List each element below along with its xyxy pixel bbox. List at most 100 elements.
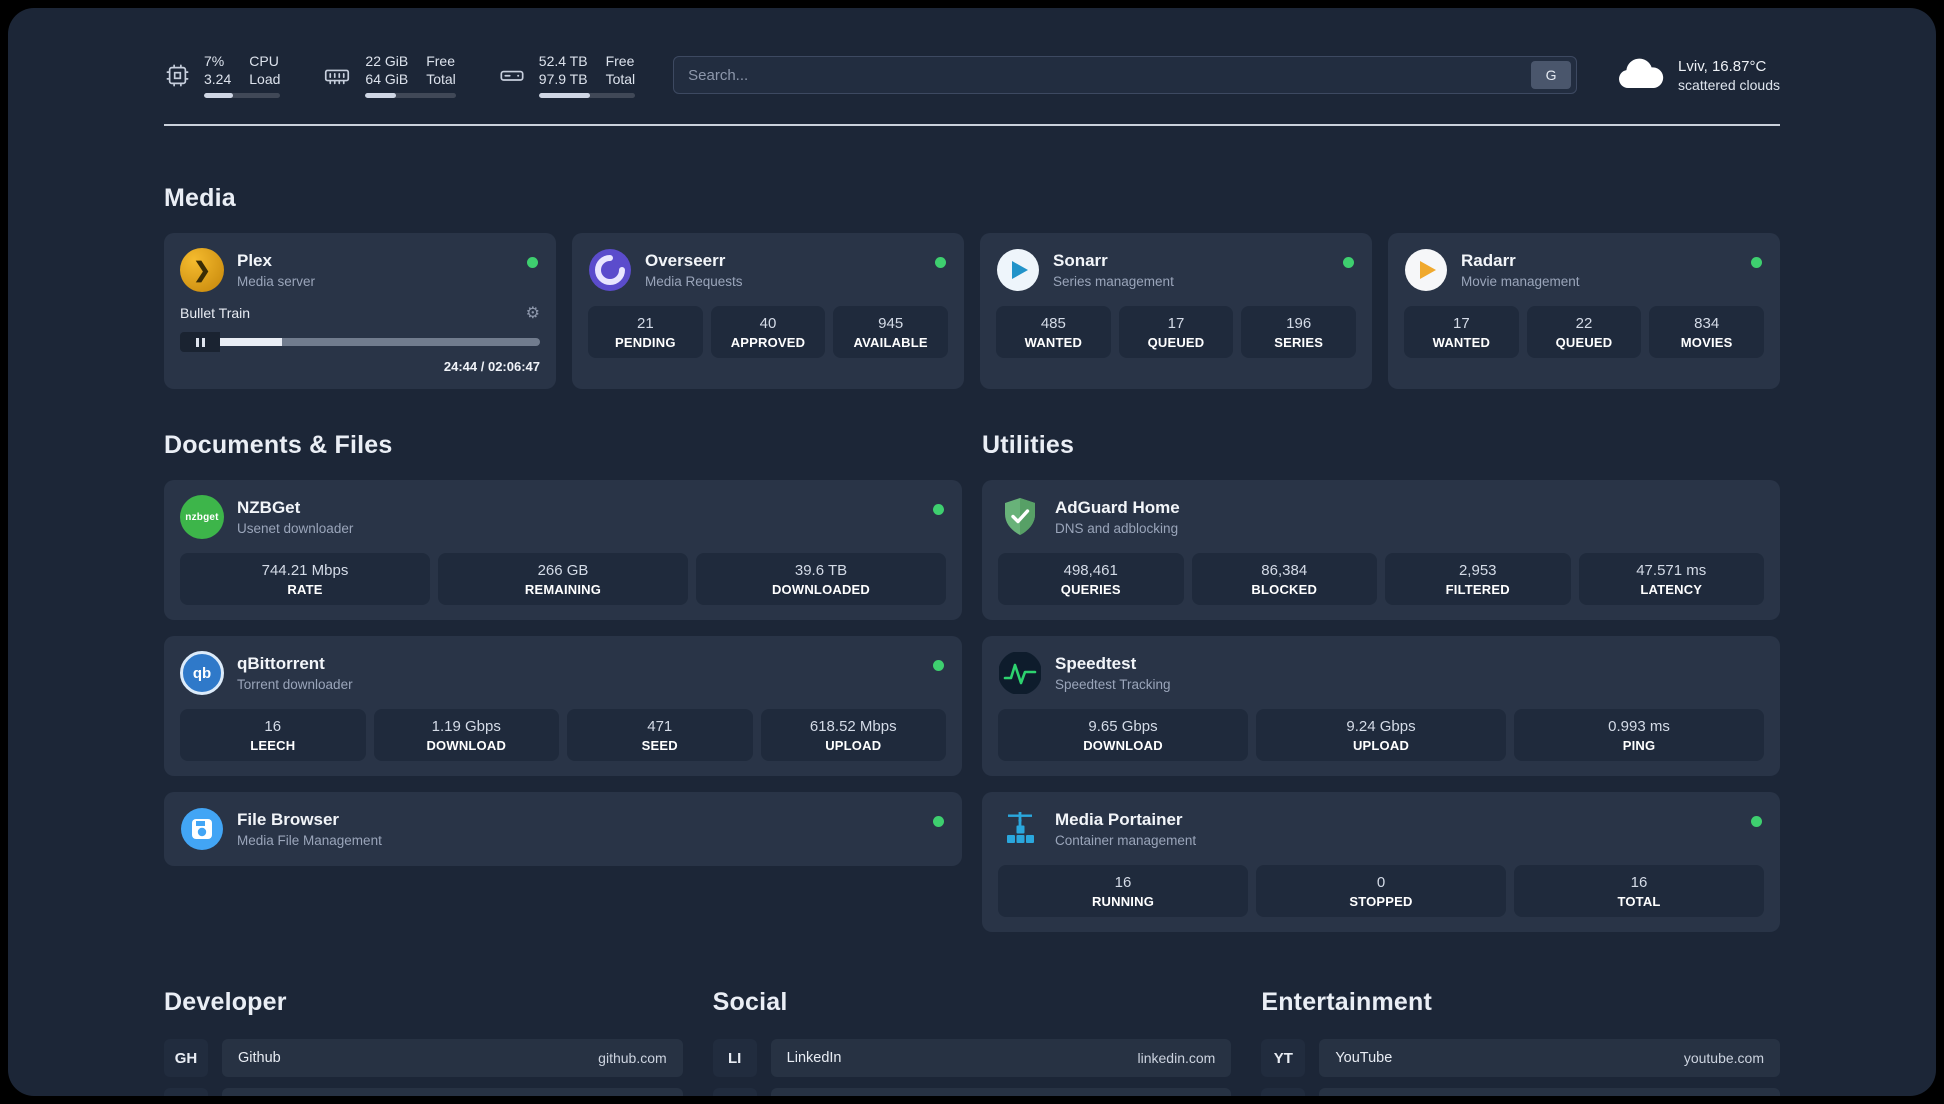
service-card-plex[interactable]: ❯ Plex Media server Bullet Train ⚙ 24:44… xyxy=(164,233,556,390)
bookmark-row-twitter[interactable]: TW Twitter twitter.com xyxy=(712,1088,1232,1096)
cpu-loadavg: 3.24 xyxy=(204,71,232,88)
stat-value: 21 xyxy=(636,315,654,333)
stat-tile: 2,953 FILTERED xyxy=(1385,553,1571,606)
disk-progress-bar xyxy=(538,93,636,99)
bookmark-name: Github xyxy=(238,1050,281,1067)
pause-button[interactable] xyxy=(180,332,220,353)
service-name: File Browser xyxy=(237,810,340,830)
stat-value: 39.6 TB xyxy=(794,562,848,580)
now-playing-title: Bullet Train xyxy=(180,305,251,322)
service-card-portainer[interactable]: Media Portainer Container management 16 … xyxy=(982,792,1780,933)
service-name: qBittorrent xyxy=(237,654,325,674)
portainer-icon xyxy=(998,807,1042,851)
service-card-radarr[interactable]: Radarr Movie management 17 WANTED 22 QUE… xyxy=(1388,233,1780,390)
weather-condition: scattered clouds xyxy=(1678,76,1780,93)
bookmark-name: LinkedIn xyxy=(786,1050,842,1067)
stat-tile: 618.52 Mbps UPLOAD xyxy=(760,709,946,762)
cpu-icon xyxy=(164,62,191,89)
stat-tile: 22 QUEUED xyxy=(1526,306,1642,359)
stat-value: 0.993 ms xyxy=(1608,718,1670,736)
stat-tile: 196 SERIES xyxy=(1241,306,1356,359)
service-name: Plex xyxy=(237,251,272,271)
dashboard-content: 7% 3.24 CPU Load 22 GiB 64 GiB Free Tota… xyxy=(164,8,1780,1096)
section-middle: Documents & Files nzbget NZBGet Usenet d… xyxy=(164,431,1780,933)
bookmark-url: linkedin.com xyxy=(1137,1050,1216,1067)
bookmark-abbr: GH xyxy=(164,1039,208,1078)
bookmark-row-linkedin[interactable]: LI LinkedIn linkedin.com xyxy=(712,1039,1232,1078)
service-subtitle: Media server xyxy=(237,274,316,290)
bookmark-row-youtube[interactable]: YT YouTube youtube.com xyxy=(1261,1039,1780,1078)
service-card-nzbget[interactable]: nzbget NZBGet Usenet downloader 744.21 M… xyxy=(164,480,962,621)
bookmark-row-github[interactable]: GH Github github.com xyxy=(164,1039,683,1078)
search-provider-button[interactable]: G xyxy=(1531,61,1572,90)
service-card-sonarr[interactable]: Sonarr Series management 485 WANTED 17 Q… xyxy=(980,233,1372,390)
stat-tile: 21 PENDING xyxy=(588,306,703,359)
service-subtitle: Container management xyxy=(1055,833,1197,849)
stat-tile: 9.65 Gbps DOWNLOAD xyxy=(998,709,1248,762)
stat-label: DOWNLOAD xyxy=(1083,738,1163,754)
ram-readout: 22 GiB 64 GiB Free Total xyxy=(365,52,456,99)
playback-progress-bar[interactable] xyxy=(220,338,540,347)
memory-icon xyxy=(322,62,352,89)
section-heading-utilities: Utilities xyxy=(982,431,1075,460)
stat-label: RUNNING xyxy=(1091,894,1155,910)
service-card-overseerr[interactable]: Overseerr Media Requests 21 PENDING 40 A… xyxy=(572,233,964,390)
service-card-qbittorrent[interactable]: qb qBittorrent Torrent downloader 16 LEE… xyxy=(164,636,962,777)
stat-label: LATENCY xyxy=(1640,582,1703,598)
section-heading-social: Social xyxy=(712,988,788,1017)
service-subtitle: Torrent downloader xyxy=(237,677,353,693)
service-subtitle: DNS and adblocking xyxy=(1055,521,1179,537)
bookmark-name: YouTube xyxy=(1335,1050,1393,1067)
bookmark-abbr: YT xyxy=(1261,1039,1306,1078)
playback-progress-fill xyxy=(220,338,283,347)
bookmark-row-stackoverflow[interactable]: SO StackOverflow stackoverflow.com xyxy=(164,1088,683,1096)
disk-label-total: Total xyxy=(605,71,636,88)
service-subtitle: Speedtest Tracking xyxy=(1055,677,1171,693)
plex-now-playing: Bullet Train ⚙ 24:44 / 02:06:47 xyxy=(180,303,540,374)
bookmark-row-netflix[interactable]: NF Netflix netflix.com xyxy=(1261,1088,1780,1096)
overseerr-icon xyxy=(588,248,632,292)
service-card-speedtest[interactable]: Speedtest Speedtest Tracking 9.65 Gbps D… xyxy=(982,636,1780,777)
cpu-monitor: 7% 3.24 CPU Load xyxy=(164,52,281,99)
settings-gear-icon[interactable]: ⚙ xyxy=(526,303,540,323)
stat-value: 9.65 Gbps xyxy=(1088,718,1158,736)
ram-label-free: Free xyxy=(426,53,456,69)
stat-value: 1.19 Gbps xyxy=(431,718,501,736)
stat-label: QUERIES xyxy=(1060,582,1121,598)
search-input[interactable] xyxy=(688,66,1532,84)
service-name: NZBGet xyxy=(237,498,301,518)
stat-value: 17 xyxy=(1452,315,1470,333)
bookmark-abbr: SO xyxy=(164,1088,208,1096)
stat-label: WANTED xyxy=(1024,335,1083,351)
service-card-adguard[interactable]: AdGuard Home DNS and adblocking 498,461 … xyxy=(982,480,1780,621)
stat-label: UPLOAD xyxy=(825,738,882,754)
stat-tile: 471 SEED xyxy=(567,709,753,762)
stat-label: LEECH xyxy=(250,738,296,754)
radarr-icon xyxy=(1404,248,1448,292)
stat-value: 196 xyxy=(1286,315,1312,333)
stat-value: 945 xyxy=(878,315,904,333)
stat-label: QUEUED xyxy=(1555,335,1613,351)
cpu-label: CPU xyxy=(249,53,279,69)
bookmark-url: github.com xyxy=(598,1050,667,1067)
stat-value: 16 xyxy=(264,718,282,736)
stat-label: AVAILABLE xyxy=(853,335,928,351)
stat-value: 834 xyxy=(1694,315,1720,333)
stat-tile: 39.6 TB DOWNLOADED xyxy=(696,553,946,606)
stat-tile: 266 GB REMAINING xyxy=(438,553,688,606)
stat-value: 16 xyxy=(1630,874,1648,892)
section-heading-documents: Documents & Files xyxy=(164,431,393,460)
service-name: Speedtest xyxy=(1055,654,1137,674)
stat-value: 17 xyxy=(1167,315,1185,333)
weather-location: Lviv, 16.87°C xyxy=(1678,57,1767,75)
service-card-filebrowser[interactable]: File Browser Media File Management xyxy=(164,792,962,867)
section-heading-media: Media xyxy=(164,184,236,213)
stat-label: UPLOAD xyxy=(1352,738,1410,754)
stat-tile: 47.571 ms LATENCY xyxy=(1578,553,1764,606)
disk-icon xyxy=(498,62,526,89)
stat-tile: 86,384 BLOCKED xyxy=(1191,553,1377,606)
cloud-icon xyxy=(1615,56,1665,95)
stat-value: 9.24 Gbps xyxy=(1346,718,1416,736)
stat-tile: 945 AVAILABLE xyxy=(833,306,948,359)
cpu-progress-bar xyxy=(204,93,281,99)
